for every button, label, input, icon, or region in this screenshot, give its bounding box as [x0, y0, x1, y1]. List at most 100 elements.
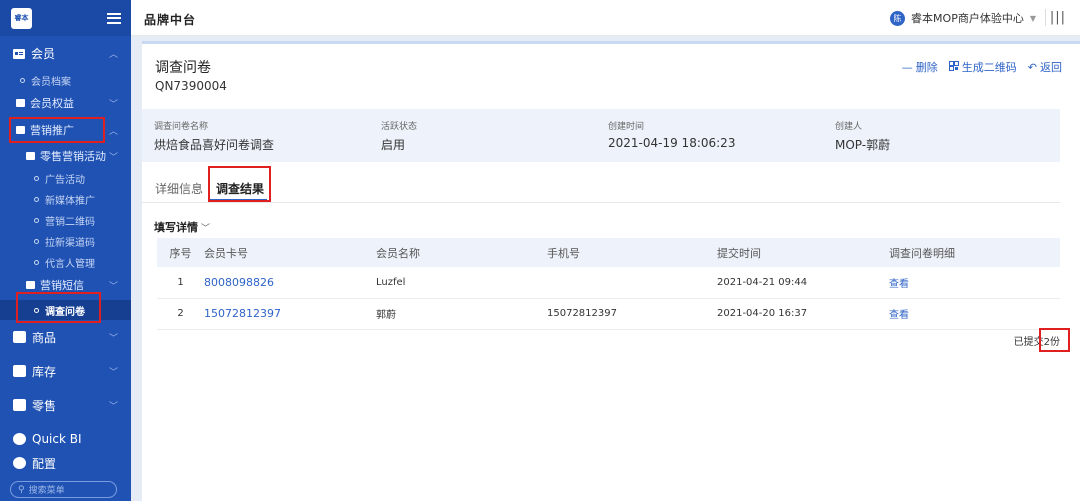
sidebar-item-label: 会员权益	[30, 97, 74, 110]
cell-phone: 15072812397	[547, 298, 717, 330]
back-label: 返回	[1040, 61, 1062, 74]
survey-info-panel: 调查问卷名称 烘焙食品喜好问卷调查 活跃状态 启用 创建时间 2021-04-1…	[142, 109, 1060, 162]
sidebar-item-inventory[interactable]: 库存 ﹀	[0, 356, 131, 386]
folder-icon	[26, 281, 35, 289]
sidebar-item-member-archive[interactable]: 会员档案	[0, 70, 131, 90]
delete-button[interactable]: — 删除	[902, 59, 938, 75]
folder-icon	[16, 126, 25, 134]
tab-detail[interactable]: 详细信息	[155, 180, 203, 197]
info-value: 启用	[381, 138, 406, 152]
sidebar-item-label: 拉新渠道码	[45, 237, 95, 249]
sidebar-item-new-channel-code[interactable]: 拉新渠道码	[0, 231, 131, 251]
col-header-time: 提交时间	[717, 238, 889, 267]
sidebar-item-label: 库存	[32, 364, 57, 379]
cell-card-link[interactable]: 8008098826	[204, 267, 376, 299]
sidebar-item-label: 商品	[32, 330, 57, 345]
sidebar: 睿本 会员 ︿ 会员档案 会员权益 ﹀ 营销推广 ︿ 零售营销活动 ﹀ 广告活动…	[0, 0, 131, 501]
cell-time: 2021-04-21 09:44	[717, 267, 889, 299]
caret-down-icon: ▼	[1029, 13, 1036, 23]
sidebar-item-ad-campaign[interactable]: 广告活动	[0, 168, 131, 188]
col-header-card: 会员卡号	[204, 238, 376, 267]
content-card: 调查问卷 QN7390004 — 删除 生成二维码 ↶ 返回 调查问卷名称 烘焙…	[142, 41, 1080, 501]
generate-qr-button[interactable]: 生成二维码	[948, 59, 1017, 75]
back-button[interactable]: ↶ 返回	[1028, 59, 1062, 75]
submission-total: 已提交2份	[1013, 337, 1060, 348]
info-label: 调查问卷名称	[154, 122, 209, 132]
chevron-down-icon: ﹀	[108, 401, 118, 412]
delete-label: 删除	[915, 61, 938, 74]
gear-icon	[13, 457, 26, 469]
tab-result[interactable]: 调查结果	[216, 180, 264, 197]
bullet-icon	[34, 196, 39, 202]
chevron-down-icon: ﹀	[108, 333, 118, 344]
sidebar-item-label: 零售	[32, 398, 57, 413]
app-menu-icon[interactable]: |||	[1050, 10, 1066, 25]
member-card-icon	[13, 48, 25, 59]
sidebar-item-label: 营销二维码	[45, 216, 95, 228]
cell-card-link[interactable]: 15072812397	[204, 298, 376, 330]
info-value: 烘焙食品喜好问卷调查	[154, 138, 275, 152]
minus-icon: —	[901, 60, 913, 74]
sidebar-item-label: 广告活动	[45, 174, 85, 186]
cell-phone	[547, 267, 717, 299]
chevron-down-icon: ﹀	[108, 99, 118, 110]
table-header-row: 序号 会员卡号 会员名称 手机号 提交时间 调查问卷明细	[157, 238, 1060, 267]
info-status: 活跃状态 启用	[381, 119, 417, 153]
info-value: MOP-郭蔚	[835, 138, 891, 152]
cell-name: Luzfel	[376, 267, 547, 299]
qr-label: 生成二维码	[961, 61, 1017, 74]
sidebar-item-config[interactable]: 配置	[0, 448, 131, 478]
retail-icon	[13, 399, 26, 411]
sidebar-item-marketing-qr[interactable]: 营销二维码	[0, 210, 131, 230]
info-creator: 创建人 MOP-郭蔚	[835, 119, 890, 153]
return-arrow-icon: ↶	[1027, 60, 1037, 74]
view-detail-link[interactable]: 查看	[889, 267, 1060, 299]
bullet-icon	[34, 175, 39, 181]
chevron-down-icon: ﹀	[201, 224, 211, 234]
sidebar-item-marketing-sms[interactable]: 营销短信 ﹀	[0, 275, 131, 295]
chart-icon	[13, 433, 26, 445]
info-value: 2021-04-19 18:06:23	[608, 136, 736, 150]
folder-icon	[26, 152, 35, 160]
menu-toggle-icon[interactable]	[107, 12, 121, 24]
page-title: 调查问卷	[155, 60, 211, 76]
sidebar-item-survey[interactable]: 调查问卷	[0, 300, 131, 320]
tab-bar: 详细信息 调查结果	[142, 166, 1060, 203]
sidebar-item-marketing[interactable]: 营销推广 ︿	[0, 120, 131, 140]
sidebar-item-label: 会员	[31, 46, 56, 61]
avatar: 陈	[890, 10, 906, 26]
sidebar-item-member-rights[interactable]: 会员权益 ﹀	[0, 93, 131, 113]
bullet-icon	[34, 238, 39, 244]
chevron-down-icon: ﹀	[108, 281, 118, 292]
sidebar-item-label: 新媒体推广	[45, 195, 95, 207]
cell-idx: 1	[157, 267, 204, 299]
col-header-idx: 序号	[157, 238, 204, 267]
grid-icon	[13, 331, 26, 343]
sidebar-item-new-media[interactable]: 新媒体推广	[0, 189, 131, 209]
sidebar-item-agent-manage[interactable]: 代言人管理	[0, 252, 131, 272]
sidebar-item-label: 配置	[32, 456, 57, 471]
bullet-icon	[34, 259, 39, 265]
brand-logo: 睿本	[11, 7, 32, 29]
sidebar-item-label: 代言人管理	[45, 258, 95, 270]
view-detail-link[interactable]: 查看	[889, 298, 1060, 330]
sidebar-item-retail[interactable]: 零售 ﹀	[0, 390, 131, 420]
menu-search-input[interactable]: ⚲ 搜索菜单	[10, 481, 117, 498]
info-label: 创建人	[835, 122, 863, 132]
chevron-up-icon: ︿	[108, 126, 118, 137]
info-label: 创建时间	[608, 122, 645, 132]
sidebar-item-member[interactable]: 会员 ︿	[0, 42, 131, 64]
search-placeholder: 搜索菜单	[28, 486, 65, 496]
sidebar-item-label: 营销短信	[40, 279, 84, 292]
results-table: 序号 会员卡号 会员名称 手机号 提交时间 调查问卷明细 1 800809882…	[157, 238, 1060, 330]
sidebar-item-retail-marketing[interactable]: 零售营销活动 ﹀	[0, 146, 131, 166]
fill-details-label: 填写详情	[154, 221, 198, 234]
main-area: 调查问卷 QN7390004 — 删除 生成二维码 ↶ 返回 调查问卷名称 烘焙…	[131, 36, 1080, 501]
cell-idx: 2	[157, 298, 204, 330]
fill-details-toggle[interactable]: 填写详情 ﹀	[154, 219, 210, 235]
col-header-name: 会员名称	[376, 238, 547, 267]
user-menu[interactable]: 陈 睿本MOP商户体验中心 ▼	[890, 10, 1036, 26]
col-header-phone: 手机号	[547, 238, 717, 267]
chevron-up-icon: ︿	[108, 49, 118, 60]
sidebar-item-goods[interactable]: 商品 ﹀	[0, 322, 131, 352]
